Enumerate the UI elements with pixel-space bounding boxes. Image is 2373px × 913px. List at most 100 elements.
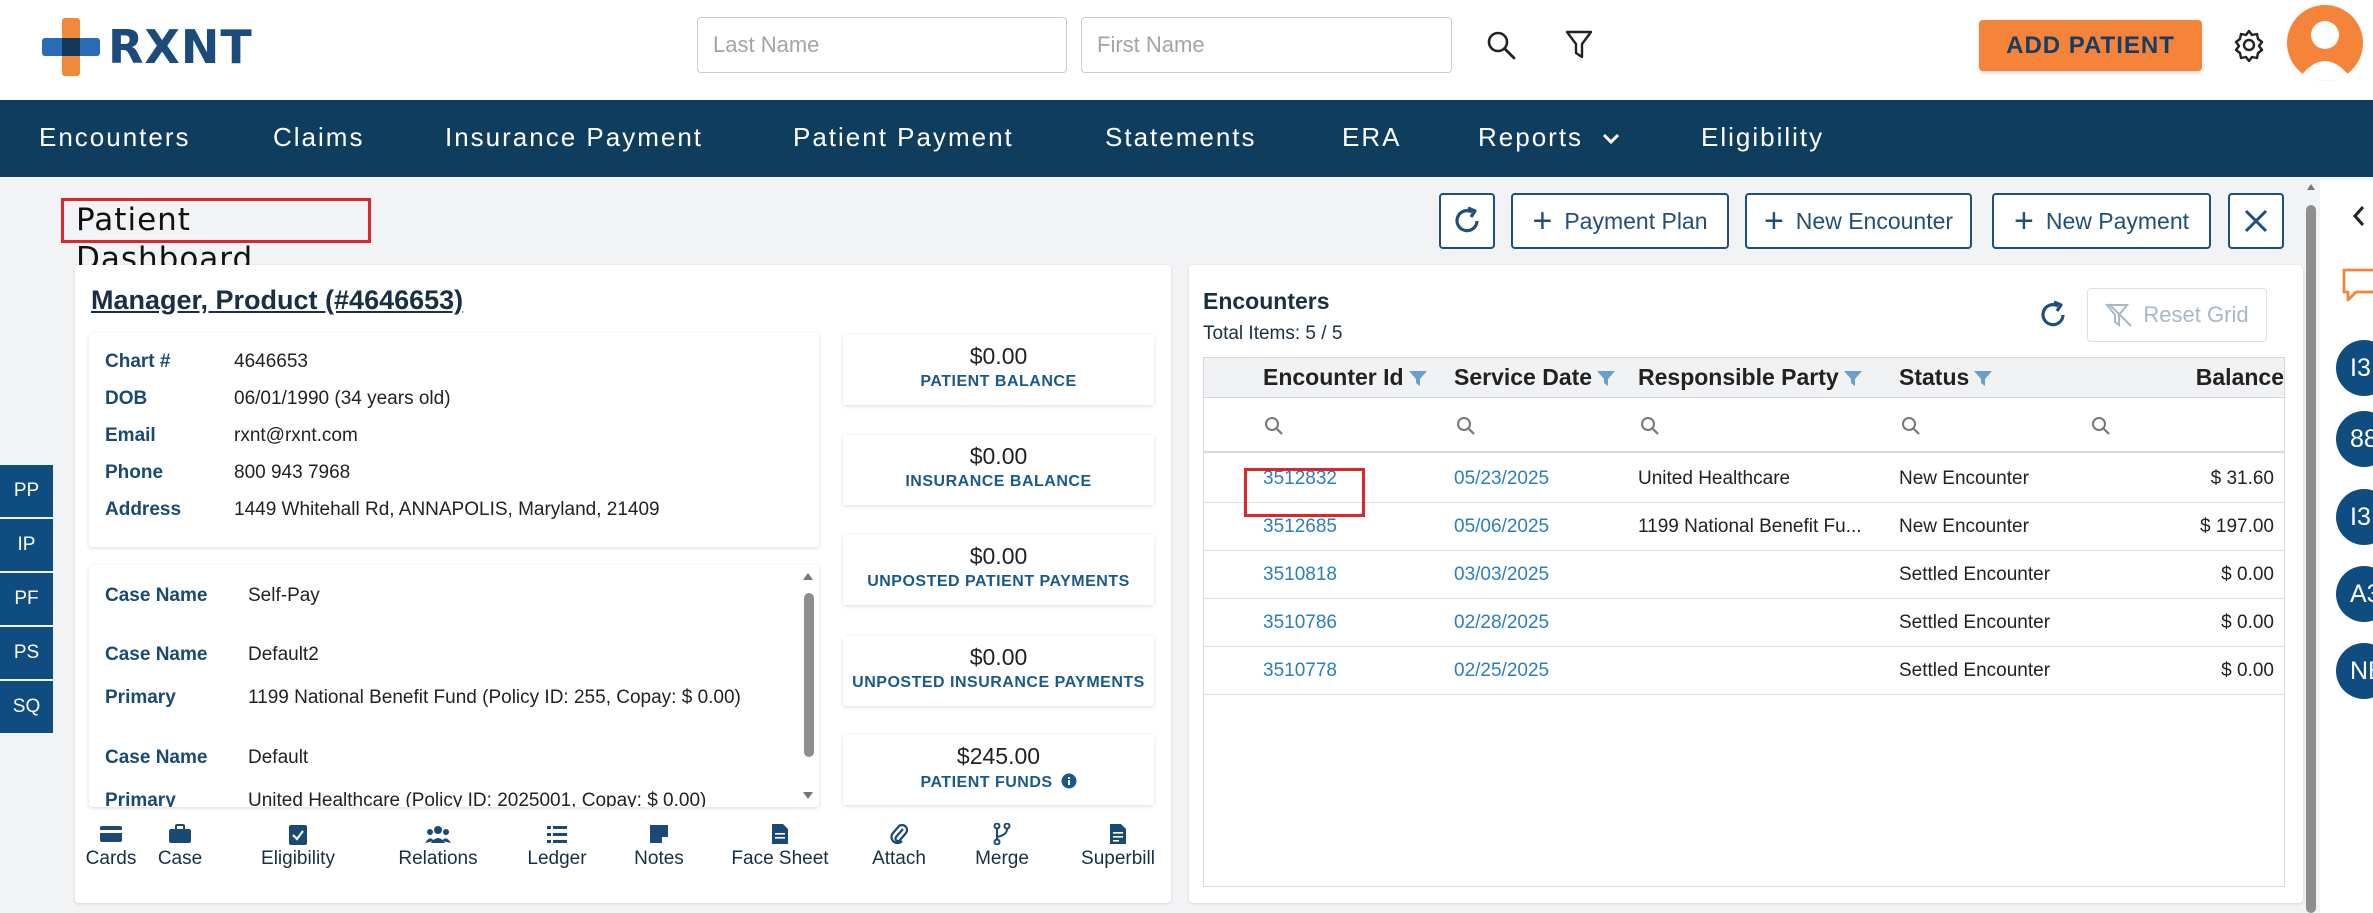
last-name-input[interactable] <box>697 17 1067 73</box>
side-tab-pp[interactable]: PP <box>0 465 53 517</box>
table-row[interactable]: 3510778 02/25/2025 Settled Encounter $ 0… <box>1204 647 2284 695</box>
patient-balance-tile[interactable]: $0.00 PATIENT BALANCE <box>843 335 1154 405</box>
search-icon[interactable] <box>1640 416 1660 436</box>
nav-era[interactable]: ERA <box>1342 122 1401 153</box>
info-value: rxnt@rxnt.com <box>234 425 358 446</box>
main-scroll-thumb[interactable] <box>2306 205 2316 913</box>
col-encounter-id[interactable]: Encounter Id <box>1263 364 1428 391</box>
tool-merge[interactable]: Merge <box>970 820 1034 870</box>
search-icon[interactable] <box>1456 416 1476 436</box>
balance-amount: $0.00 <box>969 644 1028 670</box>
encounter-id-link[interactable]: 3510818 <box>1263 564 1337 586</box>
tool-notes[interactable]: Notes <box>627 820 691 870</box>
nav-reports[interactable]: Reports <box>1478 122 1620 153</box>
invoice-icon <box>1110 824 1126 844</box>
users-icon <box>425 826 451 843</box>
tool-superbill[interactable]: Superbill <box>1070 820 1166 870</box>
rail-avatar[interactable]: I3 <box>2336 489 2373 545</box>
encounters-title: Encounters <box>1203 288 1330 314</box>
col-service-date[interactable]: Service Date <box>1454 364 1616 391</box>
service-date-link[interactable]: 05/23/2025 <box>1454 468 1549 490</box>
nav-eligibility[interactable]: Eligibility <box>1701 122 1824 153</box>
table-row[interactable]: 3510786 02/28/2025 Settled Encounter $ 0… <box>1204 599 2284 647</box>
side-tab-sq[interactable]: SQ <box>0 681 53 733</box>
rail-avatar[interactable]: A3 <box>2336 566 2373 622</box>
nav-claims[interactable]: Claims <box>273 122 364 153</box>
rxnt-logo[interactable]: RXNT <box>42 18 253 76</box>
refresh-icon[interactable] <box>2033 295 2073 335</box>
scroll-down-icon[interactable] <box>802 791 814 801</box>
first-name-input[interactable] <box>1081 17 1452 73</box>
service-date-link[interactable]: 02/28/2025 <box>1454 612 1549 634</box>
rail-avatar[interactable]: 88 <box>2336 411 2373 467</box>
col-balance[interactable]: Balance <box>2196 364 2284 391</box>
cases-box[interactable]: Case Name Self-Pay Case Name Default2 Prim… <box>89 565 819 807</box>
side-tab-pf[interactable]: PF <box>0 573 53 625</box>
tool-cards[interactable]: Cards <box>79 820 143 870</box>
service-date-link[interactable]: 02/25/2025 <box>1454 660 1549 682</box>
nav-insurance-payment[interactable]: Insurance Payment <box>445 122 703 153</box>
encounter-id-link[interactable]: 3510778 <box>1263 660 1337 682</box>
search-icon[interactable] <box>1483 27 1519 63</box>
chat-icon[interactable] <box>2342 268 2373 302</box>
rail-avatar[interactable]: NE <box>2336 643 2373 699</box>
grid-header: Encounter Id Service Date Responsible Pa… <box>1204 358 2284 398</box>
info-label: Chart # <box>105 351 171 372</box>
side-tab-ip[interactable]: IP <box>0 519 53 571</box>
col-status[interactable]: Status <box>1899 364 1993 391</box>
gear-icon[interactable] <box>2230 26 2268 64</box>
new-payment-button[interactable]: + New Payment <box>1992 193 2211 249</box>
chevron-left-icon[interactable] <box>2352 205 2366 227</box>
unposted-patient-payments-tile[interactable]: $0.00 UNPOSTED PATIENT PAYMENTS <box>843 535 1154 605</box>
tool-face-sheet[interactable]: Face Sheet <box>725 820 835 870</box>
patient-funds-tile[interactable]: $245.00 PATIENT FUNDS <box>843 735 1154 805</box>
nav-statements[interactable]: Statements <box>1105 122 1257 153</box>
cases-scrollbar[interactable] <box>801 571 815 801</box>
encounter-id-link[interactable]: 3510786 <box>1263 612 1337 634</box>
payment-plan-button[interactable]: + Payment Plan <box>1511 193 1729 249</box>
unposted-insurance-payments-tile[interactable]: $0.00 UNPOSTED INSURANCE PAYMENTS <box>843 636 1154 706</box>
column-filter-icon[interactable] <box>1973 369 1993 387</box>
search-icon[interactable] <box>2091 416 2111 436</box>
tool-eligibility[interactable]: Eligibility <box>256 820 340 870</box>
plus-icon: + <box>1763 202 1784 240</box>
col-label: Balance <box>2195 364 2284 390</box>
scroll-up-icon[interactable] <box>802 571 814 581</box>
table-row[interactable]: 3512832 05/23/2025 United Healthcare New… <box>1204 455 2284 503</box>
search-icon[interactable] <box>1901 416 1921 436</box>
balance-amount: $0.00 <box>969 443 1028 469</box>
column-filter-icon[interactable] <box>1596 369 1616 387</box>
encounter-id-link[interactable]: 3512685 <box>1263 516 1337 538</box>
main-scrollbar[interactable] <box>2303 183 2319 913</box>
reset-grid-button[interactable]: Reset Grid <box>2087 288 2267 342</box>
user-avatar[interactable] <box>2287 5 2363 81</box>
file-text-icon <box>772 824 788 844</box>
payment-plan-label: Payment Plan <box>1564 207 1708 234</box>
side-tab-ps[interactable]: PS <box>0 627 53 679</box>
patient-name-link[interactable]: Manager, Product (#4646653) <box>91 285 463 316</box>
close-button[interactable] <box>2228 193 2284 249</box>
scroll-up-icon[interactable] <box>2306 183 2316 191</box>
filter-icon[interactable] <box>1561 27 1597 63</box>
column-filter-icon[interactable] <box>1843 369 1863 387</box>
tool-attach[interactable]: Attach <box>866 820 932 870</box>
service-date-link[interactable]: 03/03/2025 <box>1454 564 1549 586</box>
column-filter-icon[interactable] <box>1408 369 1428 387</box>
col-responsible-party[interactable]: Responsible Party <box>1638 364 1863 391</box>
table-row[interactable]: 3510818 03/03/2025 Settled Encounter $ 0… <box>1204 551 2284 599</box>
cases-scroll-thumb[interactable] <box>804 593 814 757</box>
tool-ledger[interactable]: Ledger <box>521 820 593 870</box>
nav-patient-payment[interactable]: Patient Payment <box>793 122 1014 153</box>
tool-case[interactable]: Case <box>155 820 205 870</box>
insurance-balance-tile[interactable]: $0.00 INSURANCE BALANCE <box>843 435 1154 505</box>
search-icon[interactable] <box>1264 416 1284 436</box>
refresh-button[interactable] <box>1439 193 1495 249</box>
service-date-link[interactable]: 05/06/2025 <box>1454 516 1549 538</box>
tool-relations[interactable]: Relations <box>393 820 483 870</box>
new-encounter-button[interactable]: + New Encounter <box>1745 193 1972 249</box>
add-patient-button[interactable]: ADD PATIENT <box>1979 20 2202 71</box>
rail-avatar[interactable]: I3 <box>2336 340 2373 396</box>
nav-encounters[interactable]: Encounters <box>39 122 191 153</box>
table-row[interactable]: 3512685 05/06/2025 1199 National Benefit… <box>1204 503 2284 551</box>
info-icon[interactable] <box>1061 773 1077 789</box>
